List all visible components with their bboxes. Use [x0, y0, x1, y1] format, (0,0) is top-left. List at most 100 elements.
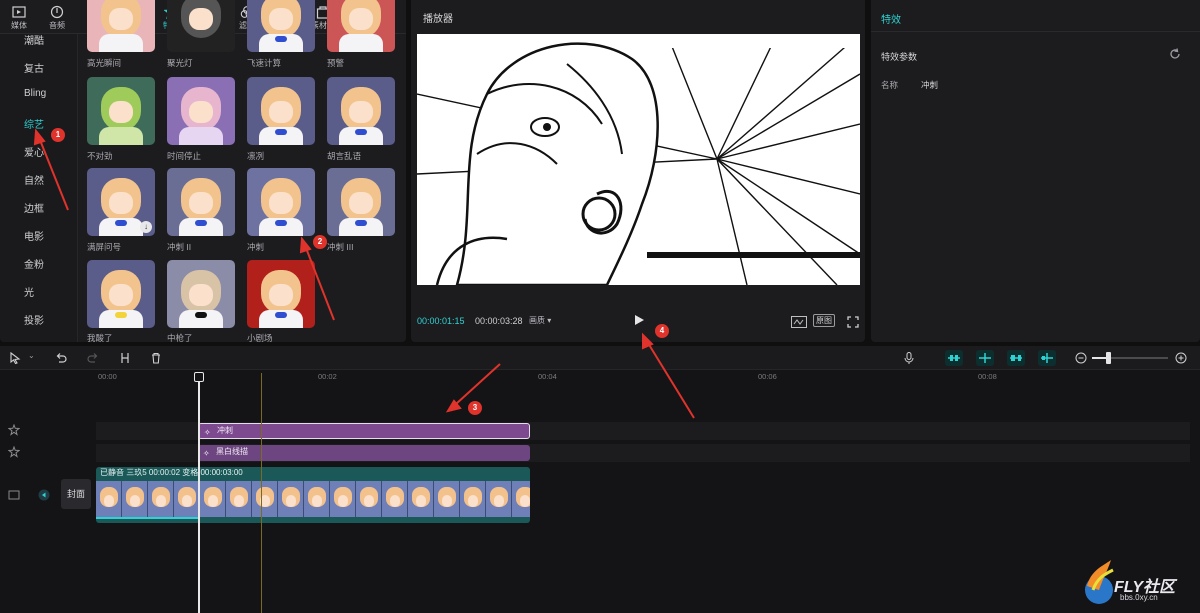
effect-star-icon: ✧: [204, 428, 211, 437]
total-time: 00:00:03:28: [475, 316, 523, 326]
link-toggle[interactable]: [945, 350, 963, 366]
category-border[interactable]: 边框: [24, 200, 44, 215]
effect-clip[interactable]: ✧ 黑白线描: [198, 445, 530, 461]
chevron-down-icon[interactable]: ⌄: [28, 351, 35, 360]
player-panel: 播放器 00:00:01:15 00:00:03:28 画质 ▾ 原图: [411, 0, 865, 342]
ruler-label: 00:06: [758, 372, 777, 381]
effect-track-icon: [8, 424, 20, 436]
video-preview[interactable]: [417, 34, 860, 285]
effect-thumb[interactable]: [167, 260, 235, 328]
player-title: 播放器: [423, 14, 453, 25]
play-icon: [635, 315, 644, 325]
microphone-icon[interactable]: [902, 351, 916, 365]
category-love[interactable]: 爱心: [24, 144, 44, 159]
effect-thumb[interactable]: [247, 77, 315, 145]
delete-icon[interactable]: [149, 351, 163, 365]
effect-thumb[interactable]: ↓: [87, 168, 155, 236]
name-value: 冲刺: [921, 80, 939, 90]
redo-icon[interactable]: [86, 351, 100, 365]
watermark-url: bbs.0xy.cn: [1120, 593, 1158, 602]
effect-label: 小剧场: [247, 333, 273, 342]
category-nature[interactable]: 自然: [24, 172, 44, 187]
category-gold-dust[interactable]: 金粉: [24, 256, 44, 271]
effect-label: 凛冽: [247, 151, 265, 161]
effect-track-icon: [8, 446, 20, 458]
annotation-badge: 3: [468, 401, 482, 415]
original-button[interactable]: 原图: [813, 314, 835, 327]
select-tool-icon[interactable]: [8, 351, 22, 365]
category-bling[interactable]: Bling: [24, 88, 46, 99]
annotation-badge: 1: [51, 128, 65, 142]
category-movie[interactable]: 电影: [24, 228, 44, 243]
resource-panel: 媒体 音频 TI 文本 贴纸 特效 转场 滤镜 调节: [0, 0, 406, 342]
fullscreen-button[interactable]: [847, 315, 859, 328]
tab-audio[interactable]: 音频: [38, 0, 76, 34]
zoom-slider-handle[interactable]: [1106, 352, 1111, 364]
audio-level-line: [96, 517, 200, 519]
effect-thumb[interactable]: [167, 77, 235, 145]
effect-thumb[interactable]: [87, 0, 155, 52]
ruler-label: 00:00: [98, 372, 117, 381]
quality-dropdown[interactable]: 画质 ▾: [529, 315, 551, 326]
effect-label: 不对劲: [87, 151, 113, 161]
effect-label: 冲刺: [247, 242, 265, 252]
effect-thumb[interactable]: [87, 260, 155, 328]
effect-label: 冲刺 II: [167, 242, 192, 252]
category-retro[interactable]: 复古: [24, 60, 44, 75]
effect-label: 聚光灯: [167, 58, 193, 68]
cover-button[interactable]: 封面: [61, 479, 91, 509]
effect-thumb[interactable]: [167, 0, 235, 52]
tab-media[interactable]: 媒体: [0, 0, 38, 34]
effect-label: 冲刺 III: [327, 242, 354, 252]
effect-label: 时间停止: [167, 151, 202, 161]
effect-label: 预警: [327, 58, 345, 68]
playhead-handle[interactable]: [194, 372, 204, 382]
effect-label: 满屏问号: [87, 242, 122, 252]
category-chaoku[interactable]: 潮酷: [24, 32, 44, 47]
effect-star-icon: ✧: [203, 449, 210, 458]
effect-thumb[interactable]: [167, 168, 235, 236]
split-icon[interactable]: [118, 351, 132, 365]
category-variety[interactable]: 综艺: [24, 116, 44, 131]
mute-toggle-icon[interactable]: [38, 489, 50, 501]
annotation-badge: 2: [313, 235, 327, 249]
ruler-label: 00:04: [538, 372, 557, 381]
effect-category-list: 潮酷 复古 Bling 综艺 爱心 自然 边框 电影 金粉 光 投影: [0, 34, 78, 342]
playhead[interactable]: [198, 373, 200, 613]
effect-thumb[interactable]: [247, 168, 315, 236]
annotation-badge: 4: [655, 324, 669, 338]
effect-thumb[interactable]: [327, 0, 395, 52]
effect-label: 中枪了: [167, 333, 193, 342]
waveform-button[interactable]: [791, 315, 807, 328]
marker-line: [261, 373, 262, 613]
effect-label: 飞速计算: [247, 58, 282, 68]
effect-label: 胡言乱语: [327, 151, 362, 161]
snap-toggle[interactable]: [976, 350, 994, 366]
effect-thumb[interactable]: [247, 260, 315, 328]
media-icon: [12, 4, 26, 20]
ruler-label: 00:08: [978, 372, 997, 381]
download-icon[interactable]: ↓: [140, 221, 152, 233]
zoom-in-icon[interactable]: [1174, 351, 1188, 365]
category-light[interactable]: 光: [24, 284, 34, 299]
properties-tab[interactable]: 特效: [871, 0, 1200, 32]
audio-icon: [50, 4, 64, 20]
reset-icon[interactable]: [1169, 47, 1181, 59]
undo-icon[interactable]: [54, 351, 68, 365]
zoom-out-icon[interactable]: [1074, 351, 1088, 365]
main-track-toggle[interactable]: [1038, 350, 1056, 366]
effect-thumb[interactable]: [247, 0, 315, 52]
effect-thumb[interactable]: [327, 77, 395, 145]
effect-clip-selected[interactable]: ✧ 冲刺: [198, 423, 530, 439]
effect-label: 我酸了: [87, 333, 113, 342]
properties-panel: 特效 特效参数 名称 冲刺: [871, 0, 1200, 342]
effect-thumb[interactable]: [327, 168, 395, 236]
timeline-toolbar: ⌄: [0, 346, 1200, 370]
preview-axis-toggle[interactable]: [1007, 350, 1025, 366]
play-button[interactable]: [633, 313, 645, 327]
category-projection[interactable]: 投影: [24, 312, 44, 327]
video-clip[interactable]: 已静音 三玖5 00:00:02 变格 00:00:03:00: [96, 467, 530, 523]
effect-thumb[interactable]: [87, 77, 155, 145]
video-clip-info: 已静音 三玖5 00:00:02 变格 00:00:03:00: [100, 468, 243, 477]
fullscreen-icon: [847, 316, 859, 328]
